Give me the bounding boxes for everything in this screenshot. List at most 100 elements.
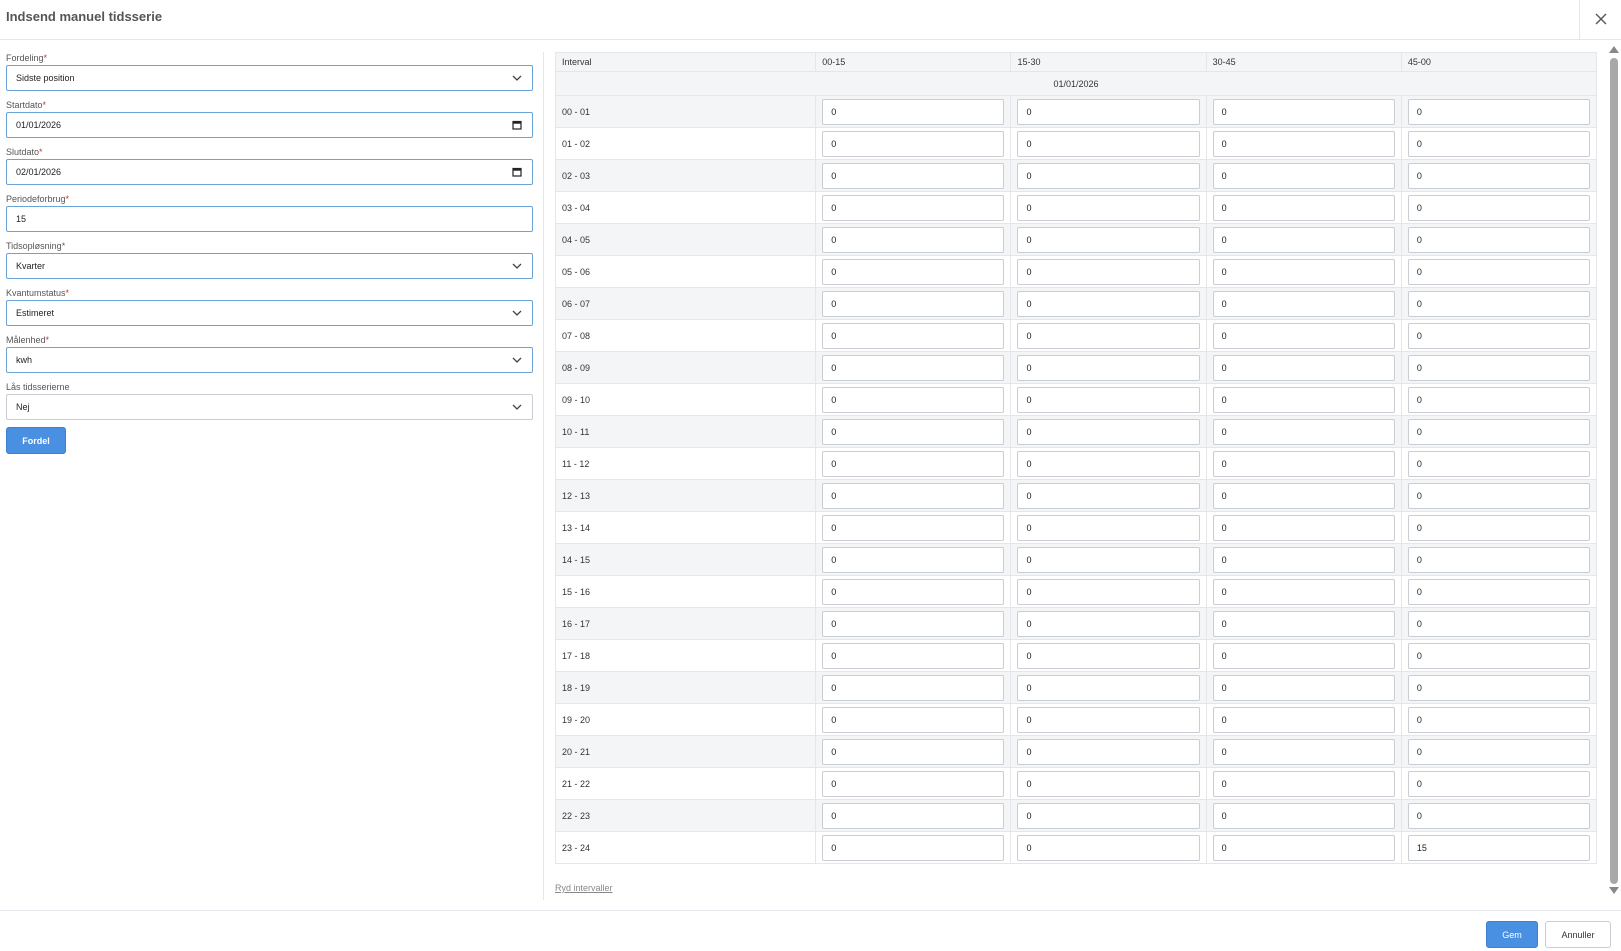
quarter-value-input[interactable]: 0 (1017, 738, 1200, 765)
quarter-value-input[interactable]: 0 (1212, 418, 1395, 445)
quarter-value-input[interactable]: 0 (1407, 610, 1590, 637)
quarter-value-input[interactable]: 0 (1212, 642, 1395, 669)
scroll-up-arrow-icon[interactable] (1609, 46, 1619, 53)
quarter-value-input[interactable]: 0 (1407, 418, 1590, 445)
quarter-value-input[interactable]: 0 (1212, 674, 1395, 701)
quarter-value-input[interactable]: 0 (822, 162, 1005, 189)
scrollbar-thumb[interactable] (1610, 58, 1618, 884)
save-button[interactable]: Gem (1486, 921, 1538, 948)
quarter-value-input[interactable]: 0 (1017, 290, 1200, 317)
quarter-value-input[interactable]: 0 (1212, 130, 1395, 157)
quarter-value-input[interactable]: 0 (1407, 98, 1590, 125)
quarter-value-input[interactable]: 0 (822, 130, 1005, 157)
quarter-value-input[interactable]: 0 (1212, 322, 1395, 349)
quarter-value-input[interactable]: 0 (1407, 482, 1590, 509)
quarter-value-input[interactable]: 0 (1212, 514, 1395, 541)
quarter-value-input[interactable]: 0 (1407, 194, 1590, 221)
select-field[interactable]: kwh (6, 347, 533, 373)
quarter-value-input[interactable]: 0 (822, 802, 1005, 829)
quarter-value-input[interactable]: 0 (1017, 130, 1200, 157)
close-button[interactable] (1579, 0, 1621, 40)
quarter-value-input[interactable]: 0 (1017, 674, 1200, 701)
quarter-value-input[interactable]: 0 (1212, 194, 1395, 221)
quarter-value-input[interactable]: 0 (1212, 386, 1395, 413)
quarter-value-input[interactable]: 0 (822, 770, 1005, 797)
quarter-value-input[interactable]: 0 (1212, 802, 1395, 829)
select-field[interactable]: Estimeret (6, 300, 533, 326)
quarter-value-input[interactable]: 0 (822, 98, 1005, 125)
quarter-value-input[interactable]: 0 (1017, 578, 1200, 605)
quarter-value-input[interactable]: 0 (1212, 290, 1395, 317)
quarter-value-input[interactable]: 0 (822, 514, 1005, 541)
quarter-value-input[interactable]: 0 (822, 642, 1005, 669)
quarter-value-input[interactable]: 0 (1212, 610, 1395, 637)
quarter-value-input[interactable]: 0 (822, 450, 1005, 477)
quarter-value-input[interactable]: 0 (822, 354, 1005, 381)
quarter-value-input[interactable]: 0 (822, 482, 1005, 509)
quarter-value-input[interactable]: 0 (1212, 578, 1395, 605)
quarter-value-input[interactable]: 0 (1017, 706, 1200, 733)
quarter-value-input[interactable]: 0 (1407, 450, 1590, 477)
quarter-value-input[interactable]: 0 (1212, 162, 1395, 189)
quarter-value-input[interactable]: 0 (1017, 418, 1200, 445)
quarter-value-input[interactable]: 0 (1212, 546, 1395, 573)
quarter-value-input[interactable]: 0 (822, 674, 1005, 701)
quarter-value-input[interactable]: 0 (822, 418, 1005, 445)
quarter-value-input[interactable]: 0 (1407, 546, 1590, 573)
quarter-value-input[interactable]: 0 (1017, 546, 1200, 573)
quarter-value-input[interactable]: 0 (1017, 98, 1200, 125)
fordel-button[interactable]: Fordel (6, 427, 66, 454)
text-field[interactable]: 15 (6, 206, 533, 232)
quarter-value-input[interactable]: 0 (1212, 450, 1395, 477)
quarter-value-input[interactable]: 0 (1017, 258, 1200, 285)
clear-intervals-link[interactable]: Ryd intervaller (555, 883, 613, 893)
quarter-value-input[interactable]: 0 (1017, 514, 1200, 541)
quarter-value-input[interactable]: 0 (1212, 226, 1395, 253)
quarter-value-input[interactable]: 0 (1017, 226, 1200, 253)
quarter-value-input[interactable]: 0 (1407, 162, 1590, 189)
quarter-value-input[interactable]: 0 (822, 322, 1005, 349)
quarter-value-input[interactable]: 0 (1212, 834, 1395, 861)
quarter-value-input[interactable]: 0 (1407, 290, 1590, 317)
quarter-value-input[interactable]: 0 (822, 834, 1005, 861)
select-field[interactable]: Kvarter (6, 253, 533, 279)
quarter-value-input[interactable]: 0 (1407, 642, 1590, 669)
date-field[interactable]: 02/01/2026 (6, 159, 533, 185)
quarter-value-input[interactable]: 0 (1407, 578, 1590, 605)
quarter-value-input[interactable]: 0 (1407, 514, 1590, 541)
calendar-icon[interactable] (511, 166, 523, 178)
quarter-value-input[interactable]: 0 (1017, 834, 1200, 861)
quarter-value-input[interactable]: 0 (822, 194, 1005, 221)
quarter-value-input[interactable]: 0 (1212, 770, 1395, 797)
quarter-value-input[interactable]: 0 (1407, 258, 1590, 285)
quarter-value-input[interactable]: 0 (822, 258, 1005, 285)
quarter-value-input[interactable]: 0 (1407, 226, 1590, 253)
quarter-value-input[interactable]: 0 (1017, 162, 1200, 189)
quarter-value-input[interactable]: 0 (1017, 354, 1200, 381)
quarter-value-input[interactable]: 0 (822, 738, 1005, 765)
quarter-value-input[interactable]: 0 (1407, 322, 1590, 349)
date-field[interactable]: 01/01/2026 (6, 112, 533, 138)
quarter-value-input[interactable]: 0 (822, 610, 1005, 637)
quarter-value-input[interactable]: 0 (1017, 802, 1200, 829)
select-field[interactable]: Nej (6, 394, 533, 420)
quarter-value-input[interactable]: 0 (1017, 450, 1200, 477)
quarter-value-input[interactable]: 0 (1017, 194, 1200, 221)
quarter-value-input[interactable]: 0 (822, 226, 1005, 253)
quarter-value-input[interactable]: 0 (1017, 770, 1200, 797)
quarter-value-input[interactable]: 0 (1407, 770, 1590, 797)
quarter-value-input[interactable]: 0 (1017, 322, 1200, 349)
quarter-value-input[interactable]: 0 (1212, 258, 1395, 285)
calendar-icon[interactable] (511, 119, 523, 131)
quarter-value-input[interactable]: 0 (1212, 98, 1395, 125)
quarter-value-input[interactable]: 0 (1407, 738, 1590, 765)
quarter-value-input[interactable]: 0 (1407, 386, 1590, 413)
quarter-value-input[interactable]: 0 (1212, 354, 1395, 381)
quarter-value-input[interactable]: 15 (1407, 834, 1590, 861)
quarter-value-input[interactable]: 0 (1017, 482, 1200, 509)
quarter-value-input[interactable]: 0 (822, 546, 1005, 573)
quarter-value-input[interactable]: 0 (1017, 642, 1200, 669)
quarter-value-input[interactable]: 0 (1407, 130, 1590, 157)
scrollbar[interactable] (1607, 44, 1619, 898)
quarter-value-input[interactable]: 0 (1212, 482, 1395, 509)
